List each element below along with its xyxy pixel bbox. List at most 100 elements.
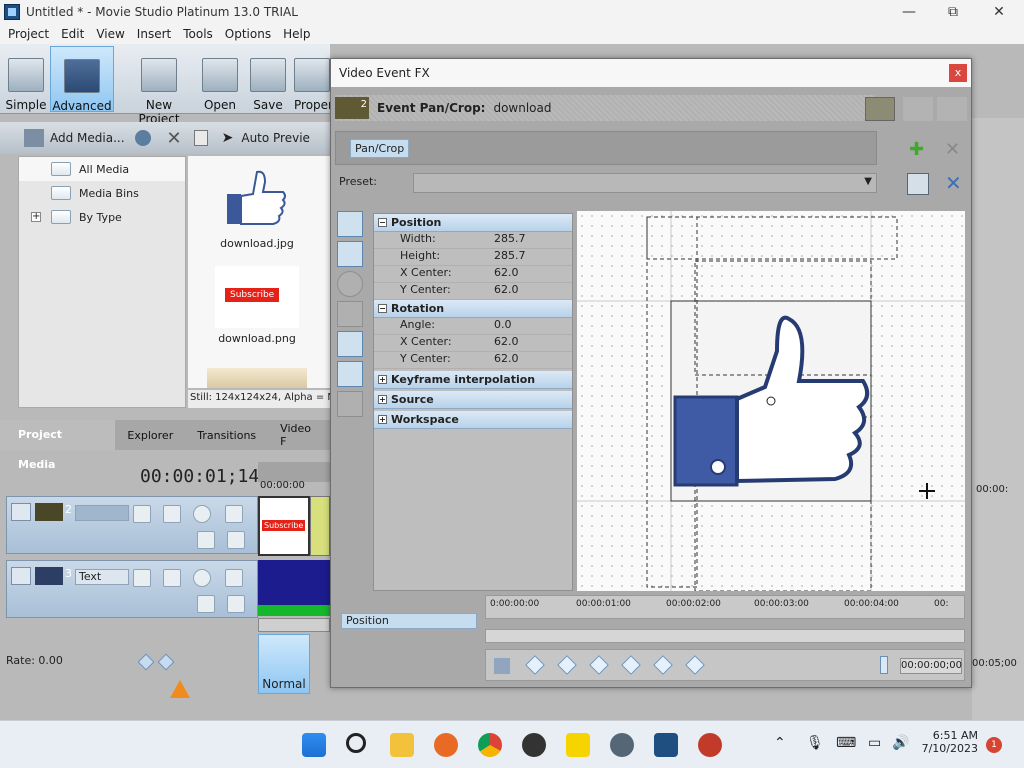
track-menu-icon[interactable] xyxy=(11,567,31,585)
track-name-field[interactable] xyxy=(75,505,129,521)
fit-frame-icon[interactable] xyxy=(337,361,363,387)
search-icon[interactable] xyxy=(346,733,366,753)
composite-icon[interactable] xyxy=(133,505,151,523)
save-preset-icon[interactable] xyxy=(907,173,929,195)
chevron-up-icon[interactable]: ⌃ xyxy=(774,735,786,751)
menu-help[interactable]: Help xyxy=(277,27,316,41)
prop-width[interactable]: Width: 285.7 xyxy=(374,232,572,249)
previous-keyframe-icon[interactable] xyxy=(557,655,577,675)
remove-plugin-icon[interactable]: ✕ xyxy=(945,139,960,160)
properties-button[interactable]: Proper xyxy=(294,46,330,112)
rate-marker-icon[interactable] xyxy=(170,680,190,698)
track-menu-icon[interactable] xyxy=(11,503,31,521)
menu-edit[interactable]: Edit xyxy=(55,27,90,41)
section-keyframe[interactable]: + Keyframe interpolation xyxy=(374,371,572,389)
prop-y-center[interactable]: Y Center: 62.0 xyxy=(374,283,572,300)
simple-button[interactable]: Simple xyxy=(4,46,48,112)
section-position[interactable]: − Position xyxy=(374,214,572,232)
alpha-icon[interactable] xyxy=(197,595,215,613)
sync-cursor-icon[interactable] xyxy=(494,658,510,674)
expand-track-icon[interactable] xyxy=(227,595,245,613)
keyframe-scrollbar[interactable] xyxy=(485,629,965,643)
rate-slider[interactable] xyxy=(137,653,184,671)
pan-crop-canvas[interactable] xyxy=(577,211,965,591)
movie-studio-icon[interactable] xyxy=(654,733,678,757)
firefox-icon[interactable] xyxy=(434,733,458,757)
media-thumb-other[interactable] xyxy=(192,368,322,388)
prop-rot-x-center[interactable]: X Center: 62.0 xyxy=(374,335,572,352)
menu-tools[interactable]: Tools xyxy=(177,27,219,41)
keyframe-ruler[interactable]: 0:00:00:00 00:00:01:00 00:00:02:00 00:00… xyxy=(485,595,965,619)
dialog-close-button[interactable]: x xyxy=(949,64,967,82)
app-m-icon[interactable] xyxy=(566,733,590,757)
alpha-icon[interactable] xyxy=(197,531,215,549)
auto-preview-button[interactable]: Auto Previe xyxy=(241,131,310,145)
fit-width-icon[interactable] xyxy=(337,331,363,357)
tree-item-all-media[interactable]: All Media xyxy=(19,157,185,181)
mask-tool-icon[interactable] xyxy=(337,271,363,297)
tree-item-media-bins[interactable]: Media Bins xyxy=(19,181,185,205)
open-button[interactable]: Open xyxy=(200,46,240,112)
first-keyframe-icon[interactable] xyxy=(525,655,545,675)
edit-tool-icon[interactable] xyxy=(337,301,363,327)
mute-icon[interactable] xyxy=(193,505,211,523)
mute-icon[interactable] xyxy=(193,569,211,587)
timeline-clip-second[interactable] xyxy=(310,496,330,556)
solo-icon[interactable] xyxy=(225,569,243,587)
next-keyframe-icon[interactable] xyxy=(589,655,609,675)
menu-project[interactable]: Project xyxy=(2,27,55,41)
add-plugin-icon[interactable]: ✚ xyxy=(909,139,924,160)
tab-explorer[interactable]: Explorer xyxy=(115,429,185,442)
track-header-video[interactable]: 2 xyxy=(6,496,258,554)
file-explorer-icon[interactable] xyxy=(390,733,414,757)
close-button[interactable]: ✕ xyxy=(976,0,1022,24)
pointer-tool-icon[interactable] xyxy=(337,241,363,267)
menu-options[interactable]: Options xyxy=(219,27,277,41)
maximize-button[interactable]: ⧉ xyxy=(930,0,976,24)
keyboard-icon[interactable]: ⌨ xyxy=(836,735,856,751)
keyframe-time-field[interactable]: 00:00:00;00 xyxy=(900,658,962,674)
tab-transitions[interactable]: Transitions xyxy=(185,429,268,442)
tab-project-media[interactable]: Project Media xyxy=(0,420,116,471)
windows-start-icon[interactable] xyxy=(302,733,326,757)
properties-tool-icon[interactable] xyxy=(337,211,363,237)
settings-icon[interactable] xyxy=(610,733,634,757)
timeline-text-clip[interactable] xyxy=(258,560,330,616)
motion-icon[interactable] xyxy=(163,505,181,523)
delete-preset-icon[interactable]: ✕ xyxy=(945,171,962,195)
solo-icon[interactable] xyxy=(225,505,243,523)
last-keyframe-icon[interactable] xyxy=(621,655,641,675)
new-project-button[interactable]: New Project xyxy=(124,46,194,126)
delete-icon[interactable]: ✕ xyxy=(167,128,182,149)
notification-badge[interactable]: 1 xyxy=(986,737,1002,753)
prop-angle[interactable]: Angle: 0.0 xyxy=(374,318,572,335)
normal-edit-button[interactable]: Normal xyxy=(258,634,310,694)
obs-icon[interactable] xyxy=(522,733,546,757)
expand-icon[interactable]: + xyxy=(31,212,41,222)
chain-view-icon[interactable] xyxy=(865,97,895,121)
save-button[interactable]: Save xyxy=(248,46,288,112)
section-workspace[interactable]: + Workspace xyxy=(374,411,572,429)
expand-track-icon[interactable] xyxy=(227,531,245,549)
composite-icon[interactable] xyxy=(133,569,151,587)
preset-dropdown[interactable]: ▼ xyxy=(413,173,877,193)
tab-video-fx[interactable]: Video F xyxy=(268,422,330,448)
tree-item-by-type[interactable]: + By Type xyxy=(19,205,185,229)
track-name-field[interactable]: Text xyxy=(75,569,129,585)
track-header-text[interactable]: 3 Text xyxy=(6,560,258,618)
move-tool-icon[interactable] xyxy=(337,391,363,417)
media-thumb-jpg[interactable]: download.jpg xyxy=(192,166,322,250)
chrome-icon[interactable] xyxy=(478,733,502,757)
menu-view[interactable]: View xyxy=(90,27,130,41)
split-view-icon[interactable] xyxy=(903,97,933,121)
properties-small-icon[interactable] xyxy=(193,130,208,146)
microphone-icon[interactable]: 🎙 xyxy=(806,735,824,751)
advanced-button[interactable]: Advanced xyxy=(50,46,114,113)
section-rotation[interactable]: − Rotation xyxy=(374,300,572,318)
grid-view-icon[interactable] xyxy=(937,97,967,121)
section-source[interactable]: + Source xyxy=(374,391,572,409)
delete-keyframe-icon[interactable] xyxy=(685,655,705,675)
plugin-pan-crop[interactable]: Pan/Crop xyxy=(350,138,410,158)
keyframe-row-position[interactable]: Position xyxy=(341,613,477,629)
minimize-button[interactable]: — xyxy=(886,0,932,24)
